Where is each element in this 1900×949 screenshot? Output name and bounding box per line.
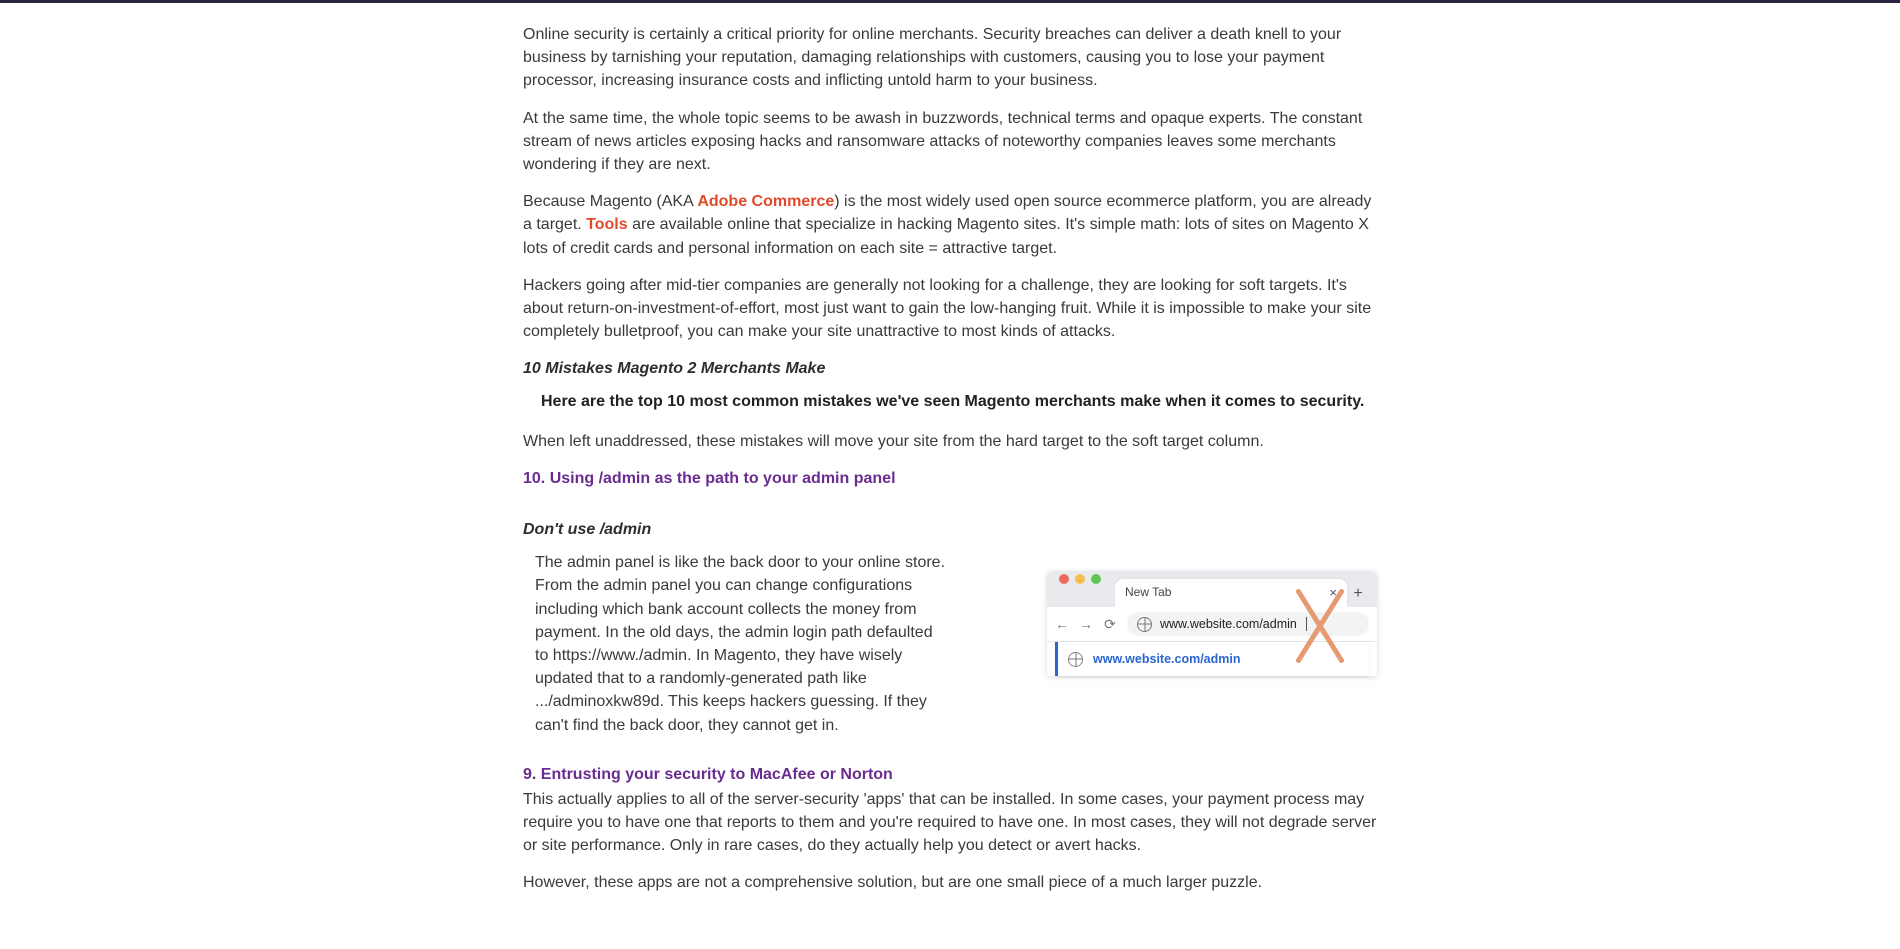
text-url: https://www./admin: [553, 647, 687, 664]
new-tab-icon: +: [1347, 579, 1369, 607]
link-tools[interactable]: Tools: [586, 216, 627, 233]
paragraph: This actually applies to all of the serv…: [523, 788, 1377, 858]
browser-toolbar: ← → ⟳ www.website.com/admin: [1047, 607, 1377, 642]
paragraph: Because Magento (AKA Adobe Commerce) is …: [523, 190, 1377, 260]
paragraph: When left unaddressed, these mistakes wi…: [523, 430, 1377, 453]
window-controls: [1055, 561, 1101, 607]
browser-illustration: New Tab × + ← → ⟳ www.website.com/admin: [975, 551, 1377, 682]
url-suggestion: www.website.com/admin: [1055, 642, 1369, 676]
link-adobe-commerce[interactable]: Adobe Commerce: [697, 193, 834, 210]
back-icon: ←: [1055, 614, 1069, 634]
paragraph: At the same time, the whole topic seems …: [523, 107, 1377, 177]
url-box: www.website.com/admin: [1127, 612, 1369, 636]
browser-tabbar: New Tab × +: [1047, 571, 1377, 607]
browser-tab: New Tab ×: [1115, 579, 1347, 607]
zoom-dot-icon: [1091, 574, 1101, 584]
article-body: Online security is certainly a critical …: [523, 3, 1377, 949]
reload-icon: ⟳: [1103, 614, 1117, 634]
text: Because Magento (AKA: [523, 193, 697, 210]
minimize-dot-icon: [1075, 574, 1085, 584]
close-dot-icon: [1059, 574, 1069, 584]
admin-explainer: The admin panel is like the back door to…: [523, 551, 945, 737]
globe-icon: [1068, 652, 1083, 667]
paragraph: Hackers going after mid-tier companies a…: [523, 274, 1377, 344]
tab-label: New Tab: [1125, 584, 1171, 601]
close-icon: ×: [1329, 584, 1337, 603]
forward-icon: →: [1079, 614, 1093, 634]
subheading-dont-use-admin: Don't use /admin: [523, 518, 1377, 541]
globe-icon: [1137, 617, 1152, 632]
mock-browser: New Tab × + ← → ⟳ www.website.com/admin: [1047, 571, 1377, 676]
typed-url: www.website.com/admin: [1160, 615, 1297, 633]
callout: Here are the top 10 most common mistakes…: [523, 390, 1377, 413]
heading-9: 9. Entrusting your security to MacAfee o…: [523, 763, 1377, 786]
text: are available online that specialize in …: [523, 216, 1369, 256]
heading-10: 10. Using /admin as the path to your adm…: [523, 467, 1377, 490]
suggestion-text: www.website.com/admin: [1093, 650, 1241, 668]
paragraph: However, these apps are not a comprehens…: [523, 871, 1377, 894]
paragraph: Online security is certainly a critical …: [523, 23, 1377, 93]
text-caret-icon: [1306, 617, 1307, 631]
two-column-row: The admin panel is like the back door to…: [523, 551, 1377, 737]
section-subtitle: 10 Mistakes Magento 2 Merchants Make: [523, 357, 1377, 380]
